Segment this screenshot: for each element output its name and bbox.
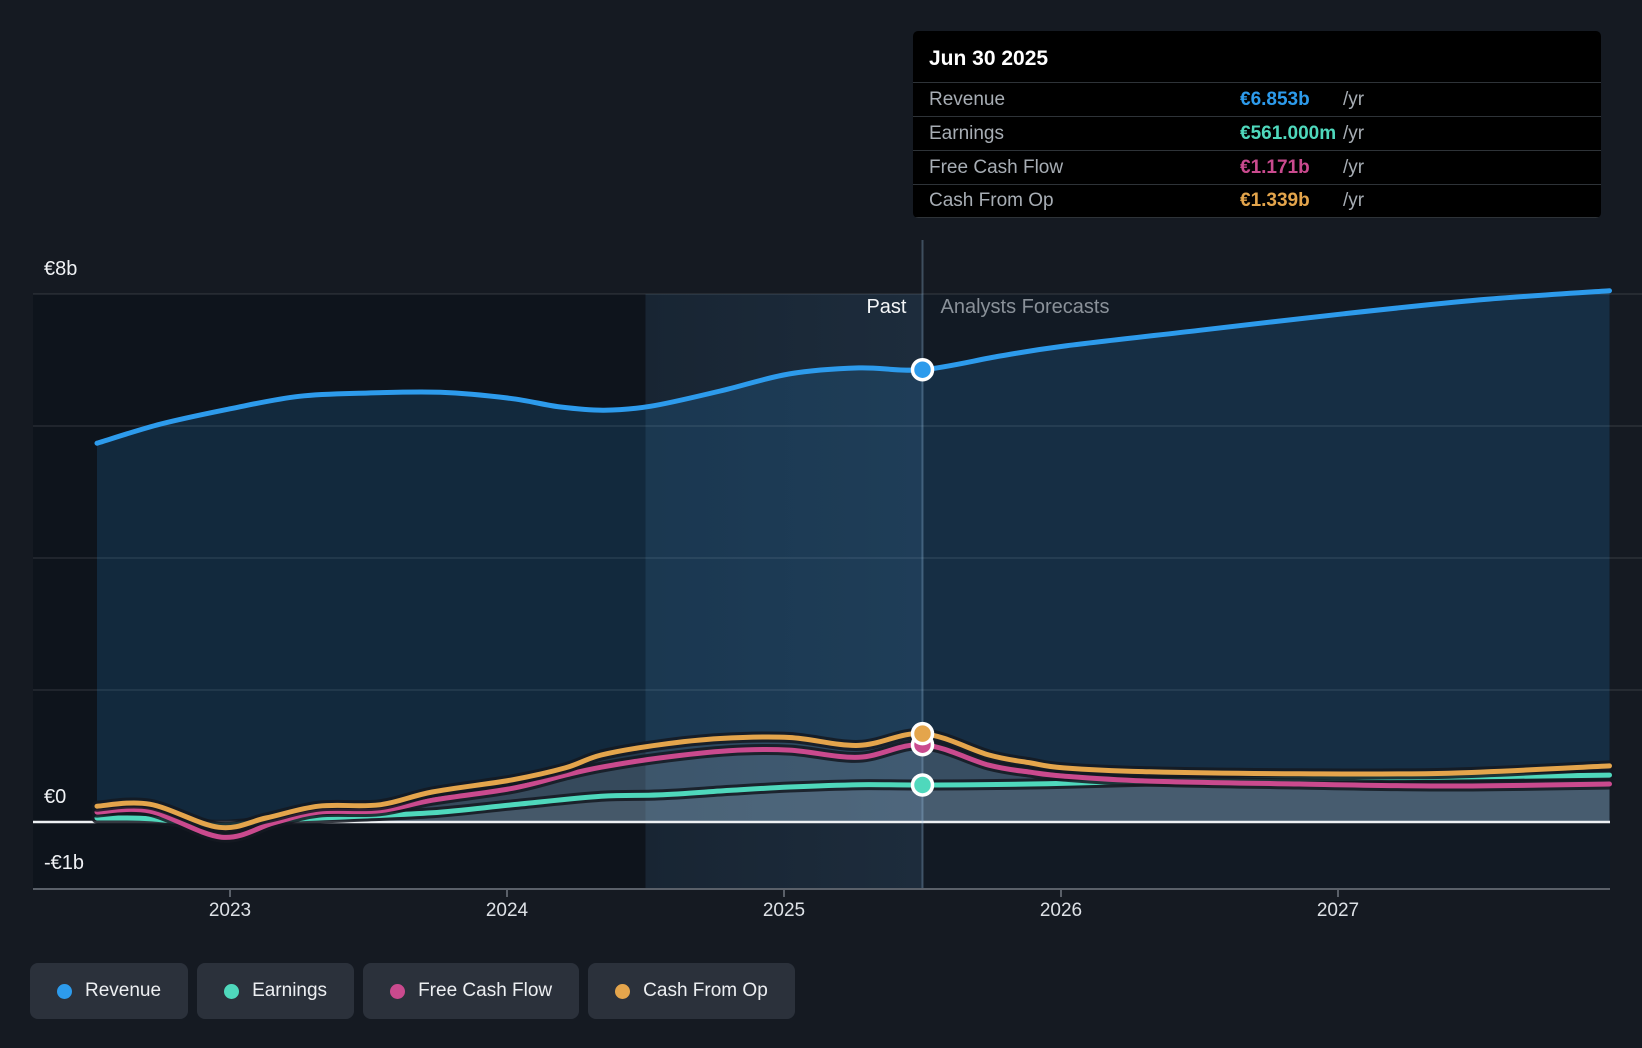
tooltip-row-revenue: Revenue €6.853b /yr bbox=[913, 82, 1601, 116]
x-axis-label-2027: 2027 bbox=[1316, 900, 1360, 921]
tooltip-unit: /yr bbox=[1343, 88, 1365, 110]
earnings-dot-icon bbox=[224, 983, 240, 999]
tooltip-row-free-cash-flow: Free Cash Flow €1.171b /yr bbox=[913, 150, 1601, 184]
x-axis-label-2023: 2023 bbox=[208, 900, 252, 921]
free-cash-flow-dot-icon bbox=[390, 983, 406, 999]
tooltip-value: €1.171b bbox=[1240, 156, 1310, 178]
legend-item-cash-from-op[interactable]: Cash From Op bbox=[588, 963, 795, 1019]
chart-tooltip: Jun 30 2025 Revenue €6.853b /yr Earnings… bbox=[913, 31, 1601, 218]
legend-label: Earnings bbox=[252, 980, 328, 1001]
legend-label: Free Cash Flow bbox=[418, 980, 553, 1001]
legend-item-free-cash-flow[interactable]: Free Cash Flow bbox=[363, 963, 580, 1019]
tooltip-value: €1.339b bbox=[1240, 190, 1310, 211]
y-axis-label-0: €0 bbox=[44, 786, 67, 808]
y-axis-label-neg1b: -€1b bbox=[44, 852, 85, 874]
x-axis-label-2025: 2025 bbox=[762, 900, 806, 921]
x-axis-label-2026: 2026 bbox=[1039, 900, 1083, 921]
legend-item-revenue[interactable]: Revenue bbox=[30, 963, 189, 1019]
tooltip-value: €561.000m bbox=[1240, 122, 1337, 144]
y-axis-label-8b: €8b bbox=[44, 258, 78, 280]
x-axis-label-2024: 2024 bbox=[485, 900, 529, 921]
tooltip-unit: /yr bbox=[1343, 156, 1365, 178]
revenue-dot-icon bbox=[57, 983, 72, 999]
cash-from-op-marker-dot bbox=[910, 721, 935, 746]
past-zone-label: Past bbox=[866, 296, 907, 318]
legend-label: Revenue bbox=[85, 980, 162, 1001]
tooltip-row-earnings: Earnings €561.000m /yr bbox=[913, 116, 1601, 150]
cash-from-op-dot-icon bbox=[615, 983, 631, 999]
tooltip-label: Cash From Op bbox=[929, 190, 1054, 211]
tooltip-date: Jun 30 2025 bbox=[929, 47, 1049, 70]
legend-label: Cash From Op bbox=[643, 980, 768, 1001]
chart-legend: Revenue Earnings Free Cash Flow Cash Fro… bbox=[30, 963, 795, 1019]
tooltip-label: Earnings bbox=[929, 122, 1004, 144]
tooltip-value: €6.853b bbox=[1240, 88, 1310, 110]
tooltip-unit: /yr bbox=[1343, 190, 1365, 211]
earnings-marker-dot bbox=[910, 773, 935, 797]
legend-item-earnings[interactable]: Earnings bbox=[197, 963, 355, 1019]
tooltip-label: Revenue bbox=[929, 88, 1006, 110]
tooltip-row-cash-from-op: Cash From Op €1.339b /yr bbox=[913, 184, 1601, 218]
tooltip-unit: /yr bbox=[1343, 122, 1365, 144]
revenue-marker-dot bbox=[910, 357, 935, 382]
forecast-zone-label: Analysts Forecasts bbox=[940, 296, 1110, 318]
earnings-revenue-growth-chart: €8b €0 -€1b 2023 2024 2025 2026 2027 Pas… bbox=[0, 0, 1642, 1048]
tooltip-label: Free Cash Flow bbox=[929, 156, 1064, 178]
